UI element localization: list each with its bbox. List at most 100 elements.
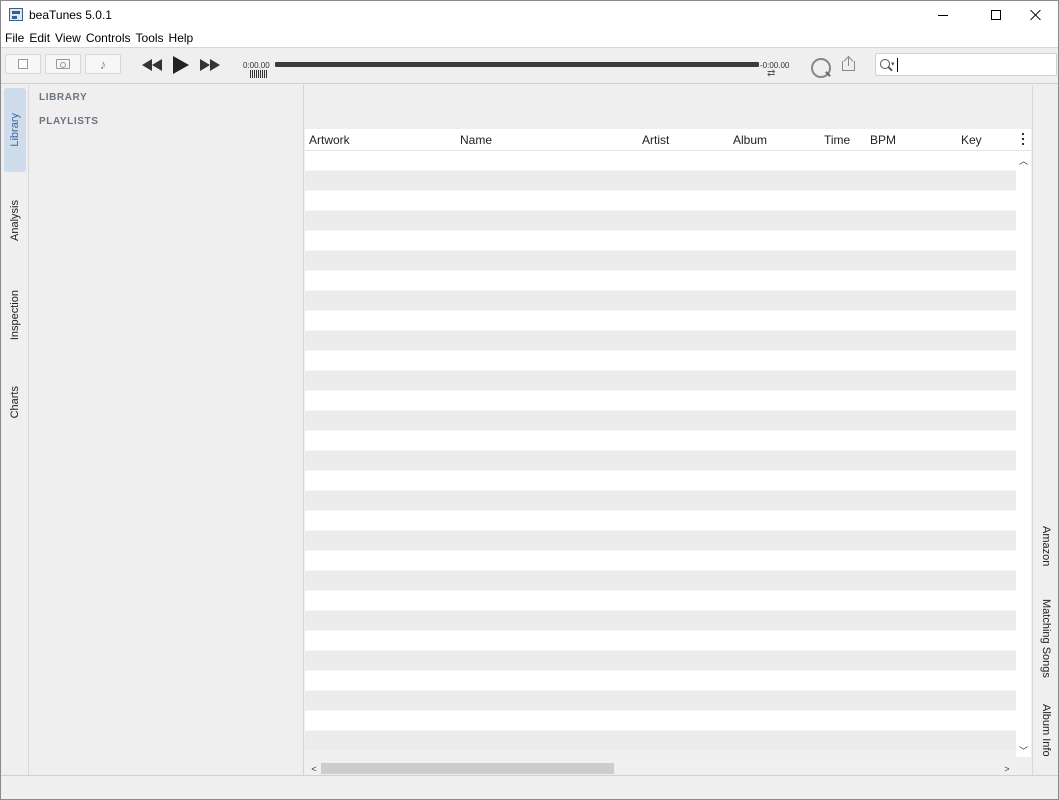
table-row[interactable]	[305, 171, 1016, 191]
table-row[interactable]	[305, 291, 1016, 311]
scroll-up-icon[interactable]: ︿	[1016, 153, 1031, 167]
menu-file[interactable]: File	[5, 29, 28, 47]
table-row[interactable]	[305, 631, 1016, 651]
share-icon[interactable]	[842, 55, 856, 72]
tab-library[interactable]: Library	[4, 88, 26, 172]
table-row[interactable]	[305, 491, 1016, 511]
left-tab-strip: Library Analysis Inspection Charts	[1, 85, 29, 775]
app-window: beaTunes 5.0.1 File Edit View Controls T…	[0, 0, 1059, 800]
minimize-button[interactable]	[920, 1, 966, 29]
column-header-artist[interactable]: Artist	[642, 133, 669, 147]
fast-forward-icon	[200, 59, 220, 71]
maximize-icon	[991, 10, 1001, 20]
menu-tools[interactable]: Tools	[136, 29, 168, 47]
column-header-key[interactable]: Key	[961, 133, 982, 147]
column-header-bpm[interactable]: BPM	[870, 133, 896, 147]
tab-label: Analysis	[9, 199, 21, 241]
search-input[interactable]	[898, 57, 1048, 73]
table-row[interactable]	[305, 651, 1016, 671]
analysis-dial-icon[interactable]	[811, 58, 831, 78]
tab-amazon[interactable]: Amazon	[1035, 521, 1057, 571]
volume-meter[interactable]	[250, 70, 267, 78]
table-row[interactable]	[305, 251, 1016, 271]
table-row[interactable]	[305, 331, 1016, 351]
tab-label: Charts	[9, 385, 21, 419]
folder-search-icon	[56, 59, 70, 69]
sidebar: LIBRARY PLAYLISTS	[30, 85, 304, 775]
text-caret	[897, 58, 898, 72]
progress-bar[interactable]	[275, 62, 759, 67]
music-note-icon: ♪	[99, 56, 107, 72]
play-icon	[173, 56, 189, 74]
tab-charts[interactable]: Charts	[4, 377, 26, 427]
column-header-name[interactable]: Name	[460, 133, 492, 147]
table-body	[305, 151, 1016, 751]
table-row[interactable]	[305, 531, 1016, 551]
document-button[interactable]	[5, 54, 41, 74]
scroll-right-icon[interactable]: >	[1000, 761, 1014, 776]
horizontal-scroll-thumb[interactable]	[321, 763, 614, 774]
table-row[interactable]	[305, 271, 1016, 291]
scroll-down-icon[interactable]: ﹀	[1016, 743, 1031, 757]
tab-analysis[interactable]: Analysis	[4, 185, 26, 255]
table-row[interactable]	[305, 511, 1016, 531]
play-button[interactable]	[171, 56, 191, 74]
menu-controls[interactable]: Controls	[86, 29, 135, 47]
song-table-panel: Artwork Name Artist Album Time BPM Key ︿…	[305, 85, 1031, 776]
search-box[interactable]: ▾	[875, 53, 1057, 76]
tab-label: Inspection	[9, 289, 21, 341]
sidebar-heading-library[interactable]: LIBRARY	[39, 92, 87, 103]
repeat-icon[interactable]: ⇄	[767, 69, 785, 79]
table-row[interactable]	[305, 191, 1016, 211]
table-header: Artwork Name Artist Album Time BPM Key	[305, 129, 1031, 151]
table-row[interactable]	[305, 371, 1016, 391]
table-row[interactable]	[305, 571, 1016, 591]
column-menu-icon[interactable]	[1018, 132, 1028, 146]
app-logo-icon	[9, 8, 23, 21]
menu-edit[interactable]: Edit	[29, 29, 54, 47]
horizontal-scrollbar[interactable]: < >	[305, 761, 1016, 776]
tab-label: Library	[9, 113, 21, 147]
table-row[interactable]	[305, 311, 1016, 331]
table-row[interactable]	[305, 391, 1016, 411]
table-row[interactable]	[305, 711, 1016, 731]
tab-label: Album Info	[1040, 703, 1052, 757]
rewind-button[interactable]	[141, 56, 163, 74]
document-icon	[18, 59, 28, 69]
menu-view[interactable]: View	[55, 29, 85, 47]
vertical-scrollbar[interactable]: ︿ ﹀	[1016, 151, 1031, 757]
search-dropdown-icon[interactable]: ▾	[891, 60, 895, 68]
table-row[interactable]	[305, 431, 1016, 451]
scroll-left-icon[interactable]: <	[307, 761, 321, 776]
tab-matching-songs[interactable]: Matching Songs	[1035, 593, 1057, 683]
table-row[interactable]	[305, 691, 1016, 711]
sidebar-heading-playlists[interactable]: PLAYLISTS	[39, 116, 99, 127]
column-header-album[interactable]: Album	[733, 133, 767, 147]
table-row[interactable]	[305, 231, 1016, 251]
table-row[interactable]	[305, 211, 1016, 231]
folder-search-button[interactable]	[45, 54, 81, 74]
table-row[interactable]	[305, 551, 1016, 571]
close-icon	[1030, 9, 1042, 21]
status-bar	[1, 775, 1058, 799]
table-row[interactable]	[305, 471, 1016, 491]
tab-album-info[interactable]: Album Info	[1035, 701, 1057, 759]
window-title: beaTunes 5.0.1	[29, 8, 112, 22]
table-row[interactable]	[305, 411, 1016, 431]
music-note-button[interactable]: ♪	[85, 54, 121, 74]
table-row[interactable]	[305, 591, 1016, 611]
column-header-time[interactable]: Time	[824, 133, 850, 147]
toolbar: ♪ 0:00.00 -0:00.00 ⇄ ▾	[1, 47, 1058, 84]
table-row[interactable]	[305, 351, 1016, 371]
fast-forward-button[interactable]	[199, 56, 221, 74]
table-row[interactable]	[305, 671, 1016, 691]
table-row[interactable]	[305, 731, 1016, 751]
table-row[interactable]	[305, 451, 1016, 471]
tab-inspection[interactable]: Inspection	[4, 275, 26, 355]
table-row[interactable]	[305, 611, 1016, 631]
column-header-artwork[interactable]: Artwork	[309, 133, 350, 147]
close-button[interactable]	[1013, 1, 1058, 29]
minimize-icon	[938, 14, 948, 16]
table-row[interactable]	[305, 151, 1016, 171]
menu-help[interactable]: Help	[169, 29, 198, 47]
